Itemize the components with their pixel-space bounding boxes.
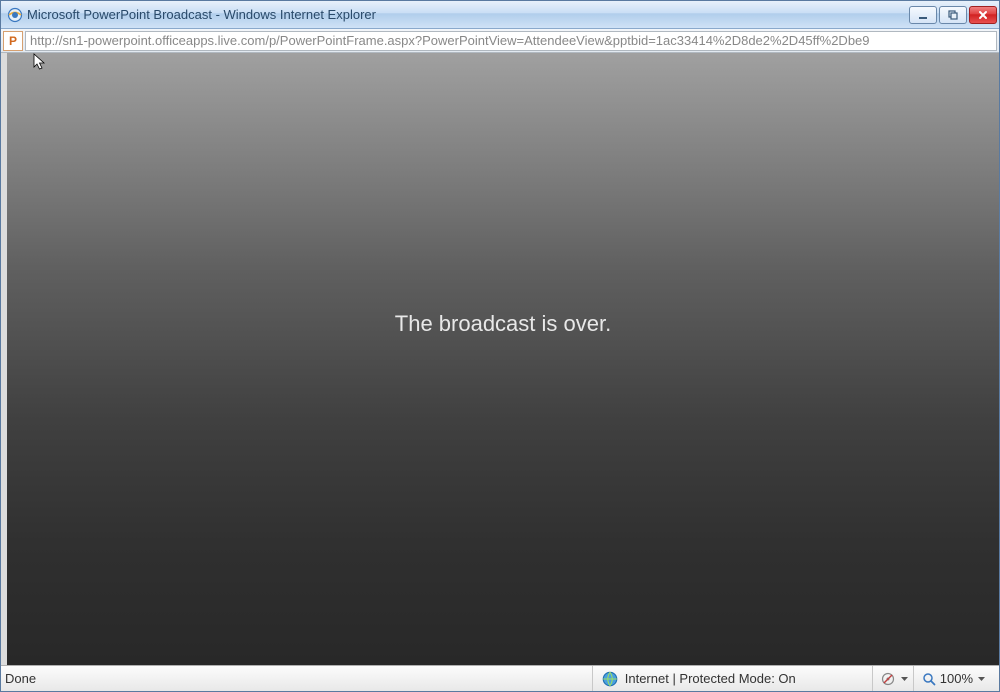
privacy-report-button[interactable] [877, 669, 899, 689]
zoom-dropdown-arrow[interactable] [977, 677, 985, 681]
maximize-button[interactable] [939, 6, 967, 24]
zoom-icon [922, 672, 936, 686]
close-button[interactable] [969, 6, 997, 24]
minimize-button[interactable] [909, 6, 937, 24]
security-zone-text: Internet | Protected Mode: On [625, 671, 796, 686]
powerpoint-page-icon[interactable]: P [3, 31, 23, 51]
status-icons-segment [873, 666, 914, 691]
page-content: The broadcast is over. [1, 53, 999, 665]
window-titlebar: Microsoft PowerPoint Broadcast - Windows… [1, 1, 999, 29]
internet-zone-icon [601, 670, 619, 688]
ie-icon [7, 7, 23, 23]
browser-window: Microsoft PowerPoint Broadcast - Windows… [0, 0, 1000, 692]
address-bar: P [1, 29, 999, 53]
status-text: Done [5, 671, 36, 686]
privacy-dropdown-arrow[interactable] [901, 677, 909, 681]
window-title: Microsoft PowerPoint Broadcast - Windows… [27, 7, 909, 22]
zoom-level-text: 100% [940, 671, 973, 686]
status-bar: Done Internet | Protected Mode: On 100% [1, 665, 999, 691]
cursor-icon [33, 53, 49, 73]
broadcast-status-message: The broadcast is over. [395, 311, 611, 337]
privacy-icon [881, 672, 895, 686]
security-zone-segment[interactable]: Internet | Protected Mode: On [593, 666, 873, 691]
status-text-segment: Done [1, 666, 593, 691]
page-icon-letter: P [9, 34, 17, 48]
zoom-segment[interactable]: 100% [914, 666, 999, 691]
url-input[interactable] [25, 31, 997, 51]
window-controls [909, 6, 997, 24]
